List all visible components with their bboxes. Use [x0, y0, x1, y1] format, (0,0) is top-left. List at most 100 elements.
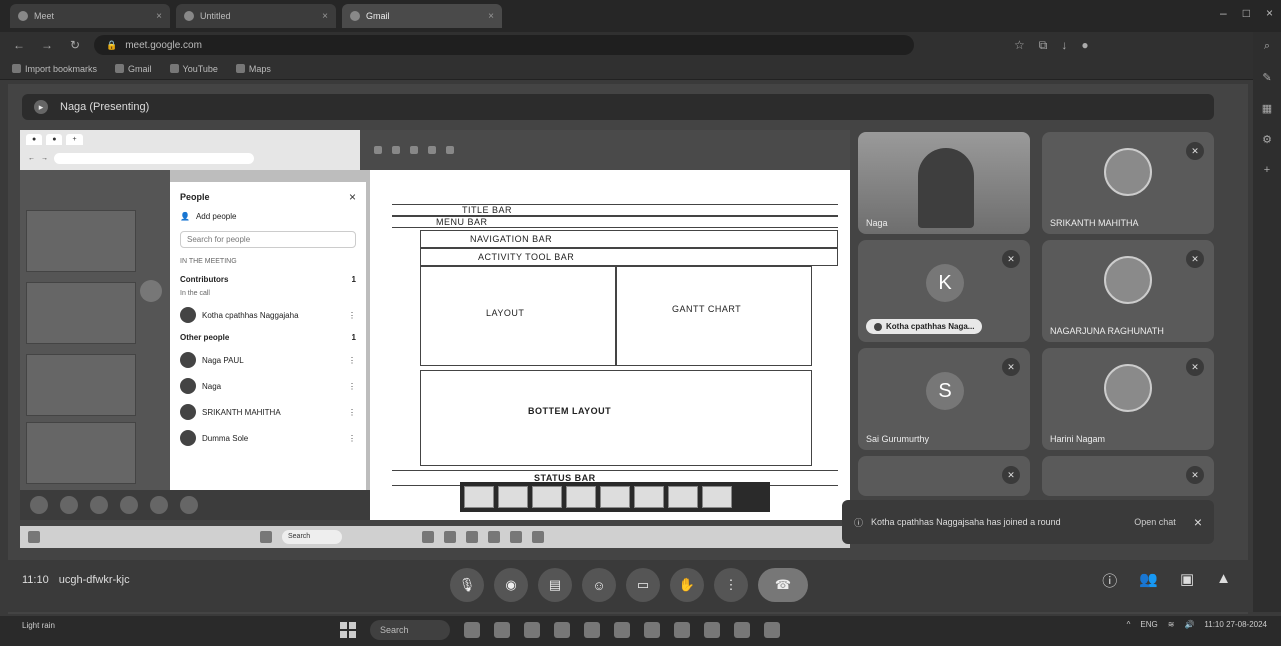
start-icon[interactable]: [340, 622, 356, 638]
wifi-icon[interactable]: ≋: [1168, 620, 1175, 629]
url-text: meet.google.com: [125, 39, 202, 51]
participant-photo: [1104, 148, 1152, 196]
bookmarks-bar: Import bookmarks Gmail YouTube Maps: [0, 58, 1281, 80]
search-icon[interactable]: ⌕: [1264, 40, 1270, 53]
bookmark-icon[interactable]: ✎: [1262, 71, 1271, 84]
meeting-code: ucgh-dfwkr-kjc: [58, 574, 130, 586]
inner-url: [54, 152, 254, 164]
participant-tile[interactable]: ✕ NAGARJUNA RAGHUNATH: [1042, 240, 1214, 342]
clock-time: 11:10: [1204, 620, 1224, 629]
browser-tab[interactable]: Untitled ×: [176, 4, 336, 28]
avatar: [180, 307, 196, 323]
inner-app-icon: [532, 531, 544, 543]
participant-row: Naga PAUL ⋮: [180, 352, 356, 368]
settings-icon[interactable]: ⚙: [1262, 133, 1272, 146]
participant-tile[interactable]: ✕ SRIKANTH MAHITHA: [1042, 132, 1214, 234]
bookmark-item[interactable]: Import bookmarks: [12, 64, 97, 74]
download-icon[interactable]: ↓: [1061, 38, 1067, 53]
inner-thumb: [26, 210, 136, 272]
chat-icon[interactable]: ▣: [1180, 570, 1194, 591]
minimize-icon[interactable]: –: [1220, 6, 1227, 20]
raise-hand-icon[interactable]: ✋: [670, 568, 704, 602]
weather-widget[interactable]: Light rain: [22, 621, 55, 630]
layout-label: LAYOUT: [486, 308, 525, 318]
open-chat-button[interactable]: Open chat: [1134, 517, 1176, 527]
chevron-up-icon[interactable]: ^: [1127, 620, 1131, 629]
close-window-icon[interactable]: ×: [1266, 6, 1273, 20]
volume-icon[interactable]: 🔊: [1184, 620, 1194, 629]
profile-icon[interactable]: ●: [1081, 38, 1088, 53]
close-icon[interactable]: ×: [322, 11, 328, 22]
forward-icon[interactable]: →: [38, 36, 56, 54]
present-screen-icon[interactable]: ▭: [626, 568, 660, 602]
avatar: [180, 352, 196, 368]
bookmark-icon: [115, 64, 125, 73]
participant-tile[interactable]: Naga: [858, 132, 1030, 234]
window-thumbnails: [460, 482, 770, 512]
gantt-chart-label: GANTT CHART: [672, 304, 742, 314]
inner-tab-row: ● ● +: [20, 130, 360, 148]
close-icon[interactable]: ×: [488, 11, 494, 22]
language-indicator[interactable]: ENG: [1140, 620, 1157, 629]
participant-tile[interactable]: ✕: [858, 456, 1030, 496]
end-call-button[interactable]: ☎: [758, 568, 808, 602]
people-icon[interactable]: 👥: [1139, 570, 1158, 591]
app-icon[interactable]: [584, 622, 600, 638]
activities-icon[interactable]: ▲: [1216, 570, 1231, 591]
bookmark-item[interactable]: Gmail: [115, 64, 152, 74]
mic-icon[interactable]: 🎙: [450, 568, 484, 602]
extension-icons: ☆ ⧉ ↓ ●: [1014, 38, 1089, 53]
captions-icon[interactable]: ▤: [538, 568, 572, 602]
taskbar-apps: Search: [340, 620, 780, 640]
tab-favicon-icon: [18, 11, 28, 21]
participant-name: Harini Nagam: [1050, 434, 1106, 444]
app-icon[interactable]: [614, 622, 630, 638]
window-thumbnail: [600, 486, 630, 508]
inner-app-icon: [488, 531, 500, 543]
clock-date: 27-08-2024: [1226, 620, 1267, 629]
app-icon[interactable]: [554, 622, 570, 638]
maximize-icon[interactable]: □: [1243, 6, 1250, 20]
app-icon[interactable]: [704, 622, 720, 638]
gantt-chart-box: [616, 266, 812, 366]
participant-tile[interactable]: ✕: [1042, 456, 1214, 496]
bookmark-item[interactable]: YouTube: [169, 64, 218, 74]
participant-tile[interactable]: ✕ S Sai Gurumurthy: [858, 348, 1030, 450]
participant-photo: [1104, 256, 1152, 304]
app-icon[interactable]: [524, 622, 540, 638]
participant-tile[interactable]: ✕ Harini Nagam: [1042, 348, 1214, 450]
app-icon[interactable]: [764, 622, 780, 638]
people-panel: People × 👤 Add people Search for people …: [170, 182, 366, 490]
people-title: People: [180, 192, 210, 202]
clock[interactable]: 11:10 27-08-2024: [1204, 620, 1267, 629]
app-icon[interactable]: [734, 622, 750, 638]
add-people-row: 👤 Add people: [180, 212, 356, 221]
close-icon[interactable]: ×: [1194, 514, 1202, 530]
emoji-icon[interactable]: ☺: [582, 568, 616, 602]
section-count: 1: [351, 275, 356, 284]
close-icon[interactable]: ×: [156, 11, 162, 22]
app-icon[interactable]: [464, 622, 480, 638]
app-icon[interactable]: [644, 622, 660, 638]
participant-row: Naga ⋮: [180, 378, 356, 394]
more-options-icon[interactable]: ⋮: [714, 568, 748, 602]
taskbar-search[interactable]: Search: [370, 620, 450, 640]
browser-tab[interactable]: Meet ×: [10, 4, 170, 28]
participant-name: NAGARJUNA RAGHUNATH: [1050, 326, 1164, 336]
back-icon[interactable]: ←: [10, 36, 28, 54]
info-icon[interactable]: ⓘ: [1102, 570, 1117, 591]
avatar: [180, 378, 196, 394]
participant-name: Kotha cpathhas Naga...: [886, 322, 975, 331]
url-input[interactable]: 🔒 meet.google.com: [94, 35, 914, 55]
reload-icon[interactable]: ↻: [66, 36, 84, 54]
add-icon[interactable]: +: [1264, 164, 1270, 176]
browser-tab[interactable]: Gmail ×: [342, 4, 502, 28]
camera-icon[interactable]: ◉: [494, 568, 528, 602]
bookmark-item[interactable]: Maps: [235, 64, 271, 74]
grid-icon[interactable]: ▦: [1262, 102, 1272, 115]
participant-tile[interactable]: ✕ K Kotha cpathhas Naga...: [858, 240, 1030, 342]
app-icon[interactable]: [494, 622, 510, 638]
star-icon[interactable]: ☆: [1014, 38, 1025, 53]
extension-icon[interactable]: ⧉: [1039, 38, 1048, 53]
app-icon[interactable]: [674, 622, 690, 638]
